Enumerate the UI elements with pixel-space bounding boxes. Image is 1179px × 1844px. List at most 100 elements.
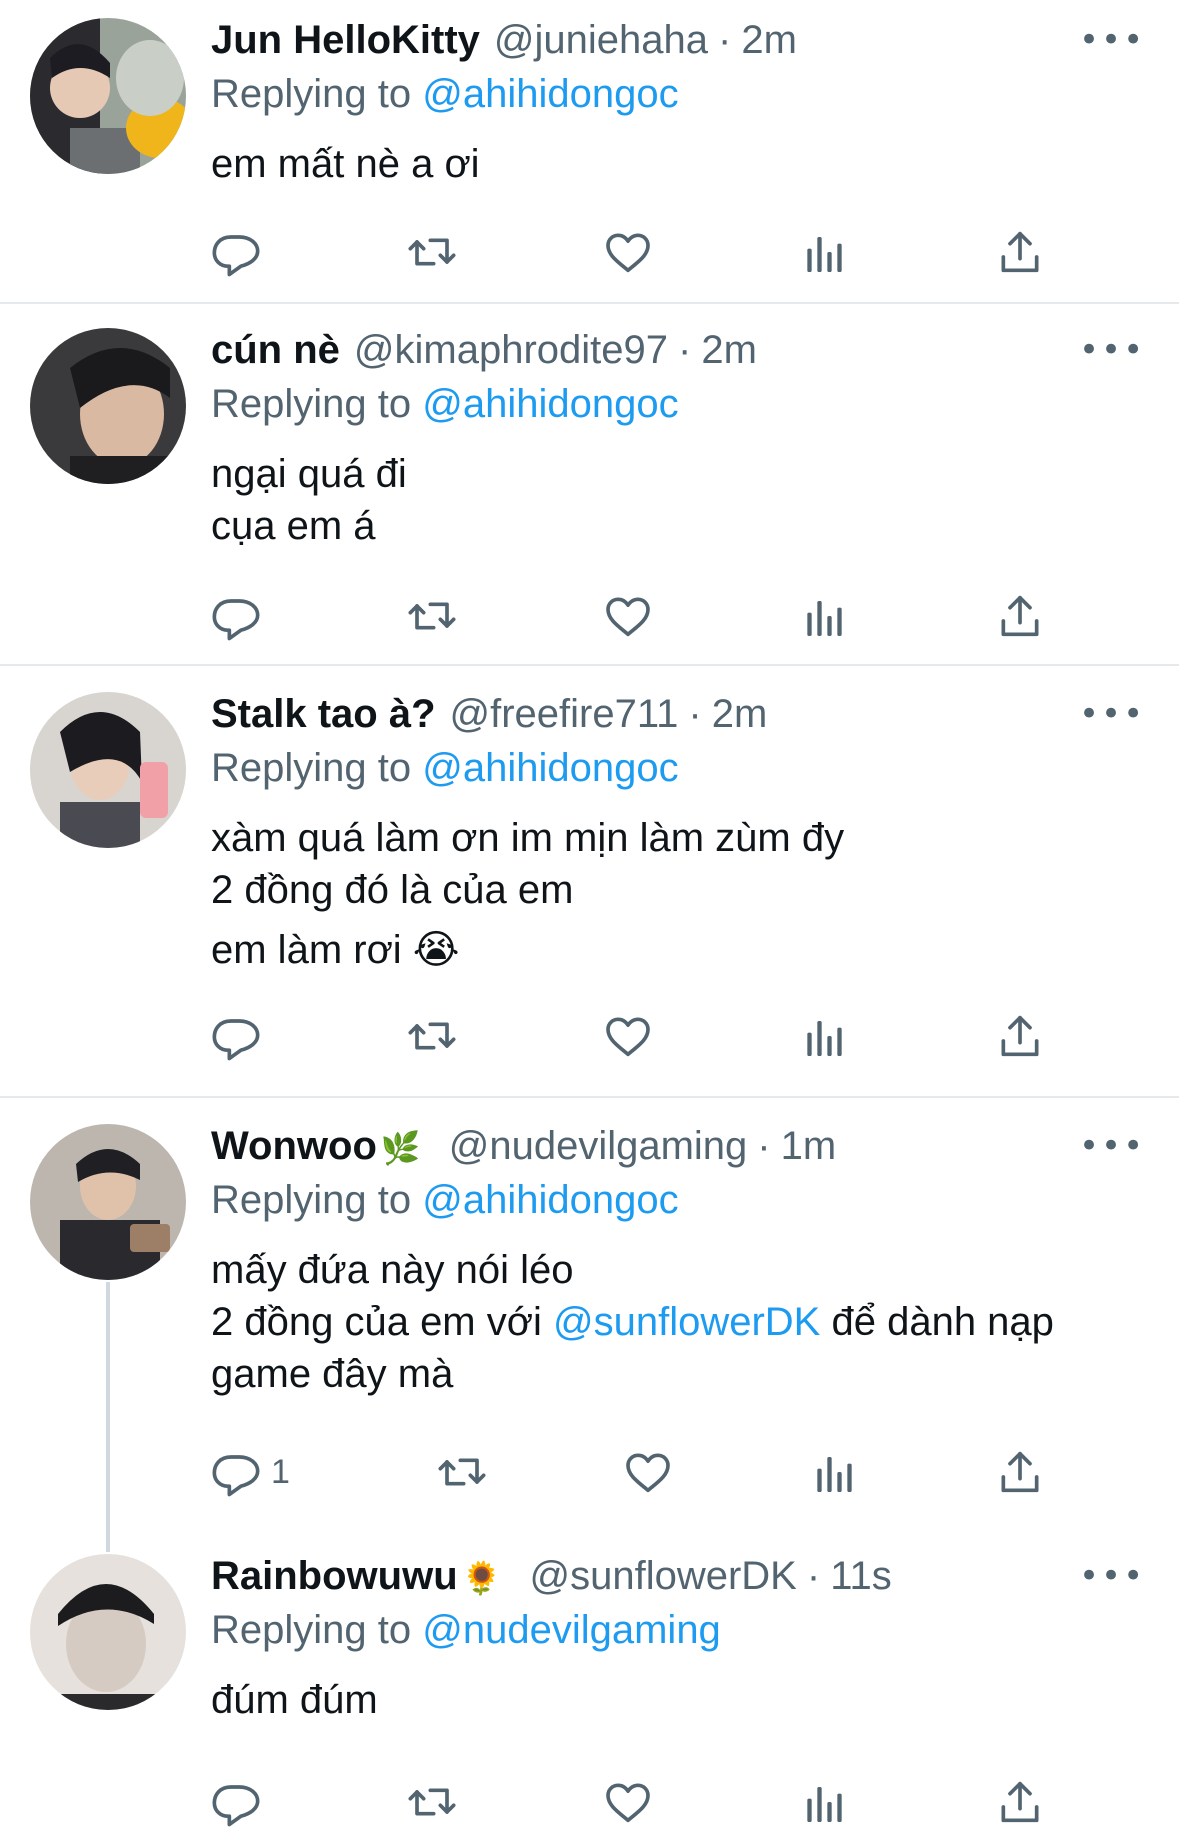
user-handle[interactable]: @freefire711	[450, 692, 679, 737]
retweet-button[interactable]	[407, 224, 463, 280]
reply-button[interactable]: 1	[211, 1444, 307, 1500]
tweet-text: mấy đứa này nói léo 2 đồng của em với @s…	[211, 1244, 1139, 1400]
analytics-button[interactable]	[799, 1008, 855, 1064]
share-icon	[1001, 1781, 1039, 1823]
analytics-icon	[807, 237, 842, 272]
divider	[0, 302, 1179, 304]
like-button[interactable]	[603, 1008, 659, 1064]
retweet-button[interactable]	[437, 1444, 493, 1500]
retweet-button[interactable]	[407, 588, 463, 644]
retweet-icon	[408, 1788, 456, 1816]
replying-label: Replying to	[211, 746, 412, 790]
display-name[interactable]: Jun HelloKitty	[211, 18, 480, 63]
replying-to-line: Replying to @nudevilgaming	[211, 1608, 1139, 1660]
tweet[interactable]: Rainbowuwu 🌻 @sunflowerDK · 11s Replying…	[0, 1536, 1179, 1844]
display-name[interactable]: Rainbowuwu	[211, 1554, 458, 1599]
reply-button[interactable]	[211, 588, 267, 644]
action-bar	[211, 1008, 1051, 1064]
analytics-icon	[807, 601, 842, 636]
avatar[interactable]	[30, 1554, 186, 1710]
analytics-button[interactable]	[799, 588, 855, 644]
display-name[interactable]: Stalk tao à?	[211, 692, 436, 737]
tweet-text-second-paragraph: em làm rơi 😭	[211, 928, 460, 972]
user-handle[interactable]: @juniehaha	[494, 18, 708, 63]
action-bar: 1	[211, 1444, 1051, 1500]
more-options-icon[interactable]: •••	[1079, 1556, 1143, 1596]
share-button[interactable]	[995, 1008, 1051, 1064]
like-button[interactable]	[603, 224, 659, 280]
tweet[interactable]: Wonwoo 🌿 @nudevilgaming · 1m Replying to…	[0, 1106, 1179, 1536]
more-options-icon[interactable]: •••	[1079, 330, 1143, 370]
reply-button[interactable]	[211, 1774, 267, 1830]
separator-dot: ·	[806, 1554, 821, 1598]
timestamp[interactable]: 1m	[781, 1124, 837, 1169]
like-icon	[606, 597, 650, 637]
replying-to-line: Replying to @ahihidongoc	[211, 72, 1139, 124]
retweet-icon	[408, 238, 456, 266]
avatar[interactable]	[30, 1124, 186, 1280]
reply-button[interactable]	[211, 1008, 267, 1064]
share-icon	[1001, 231, 1039, 273]
like-icon	[606, 233, 650, 273]
replying-to-mention[interactable]: @ahihidongoc	[422, 1178, 678, 1222]
retweet-icon	[408, 1022, 456, 1050]
replying-label: Replying to	[211, 382, 412, 426]
more-options-icon[interactable]: •••	[1079, 1126, 1143, 1166]
replying-to-mention[interactable]: @nudevilgaming	[422, 1608, 721, 1652]
retweet-button[interactable]	[407, 1008, 463, 1064]
reply-icon	[212, 599, 260, 641]
tweet[interactable]: Jun HelloKitty @juniehaha · 2m Replying …	[0, 0, 1179, 300]
tweet-text: xàm quá làm ơn im mịn làm zùm đy 2 đồng …	[211, 816, 845, 912]
separator-dot: ·	[678, 328, 692, 372]
analytics-button[interactable]	[799, 1774, 855, 1830]
timestamp[interactable]: 2m	[712, 692, 768, 737]
avatar[interactable]	[30, 328, 186, 484]
share-button[interactable]	[995, 224, 1051, 280]
timestamp[interactable]: 11s	[830, 1554, 892, 1599]
avatar[interactable]	[30, 18, 186, 174]
like-button[interactable]	[623, 1444, 679, 1500]
share-button[interactable]	[995, 1444, 1051, 1500]
user-handle[interactable]: @nudevilgaming	[449, 1124, 748, 1169]
tweet-text: ngại quá đi cụa em á	[211, 452, 407, 548]
inline-mention[interactable]: @sunflowerDK	[553, 1300, 820, 1344]
more-options-icon[interactable]: •••	[1079, 20, 1143, 60]
analytics-button[interactable]	[809, 1444, 865, 1500]
replying-to-mention[interactable]: @ahihidongoc	[422, 382, 678, 426]
reply-icon	[212, 1785, 260, 1827]
separator-dot: ·	[688, 692, 702, 736]
like-icon	[606, 1017, 650, 1057]
action-bar	[211, 224, 1051, 280]
replying-to-line: Replying to @ahihidongoc	[211, 746, 1139, 798]
share-button[interactable]	[995, 1774, 1051, 1830]
replying-to-mention[interactable]: @ahihidongoc	[422, 746, 678, 790]
divider	[0, 1096, 1179, 1098]
user-handle[interactable]: @kimaphrodite97	[354, 328, 668, 373]
separator-dot: ·	[718, 18, 732, 62]
share-icon	[1001, 595, 1039, 637]
retweet-icon	[438, 1458, 486, 1486]
like-icon	[606, 1783, 650, 1823]
replying-to-line: Replying to @ahihidongoc	[211, 382, 1139, 434]
display-name[interactable]: Wonwoo	[211, 1124, 377, 1169]
avatar[interactable]	[30, 692, 186, 848]
more-options-icon[interactable]: •••	[1079, 694, 1143, 734]
timestamp[interactable]: 2m	[741, 18, 797, 63]
user-handle[interactable]: @sunflowerDK	[529, 1554, 796, 1599]
tweet[interactable]: Stalk tao à? @freefire711 · 2m Replying …	[0, 674, 1179, 1094]
display-name[interactable]: cún nè	[211, 328, 340, 373]
share-button[interactable]	[995, 588, 1051, 644]
replying-to-mention[interactable]: @ahihidongoc	[422, 72, 678, 116]
like-button[interactable]	[603, 1774, 659, 1830]
replying-label: Replying to	[211, 72, 412, 116]
like-button[interactable]	[603, 588, 659, 644]
retweet-button[interactable]	[407, 1774, 463, 1830]
reply-icon	[212, 1019, 260, 1061]
reply-button[interactable]	[211, 224, 267, 280]
tweet[interactable]: cún nè @kimaphrodite97 · 2m Replying to …	[0, 312, 1179, 662]
name-emoji: 🌻	[461, 1559, 502, 1597]
analytics-button[interactable]	[799, 224, 855, 280]
timestamp[interactable]: 2m	[701, 328, 757, 373]
name-emoji: 🌿	[380, 1129, 421, 1167]
separator-dot: ·	[757, 1124, 771, 1168]
